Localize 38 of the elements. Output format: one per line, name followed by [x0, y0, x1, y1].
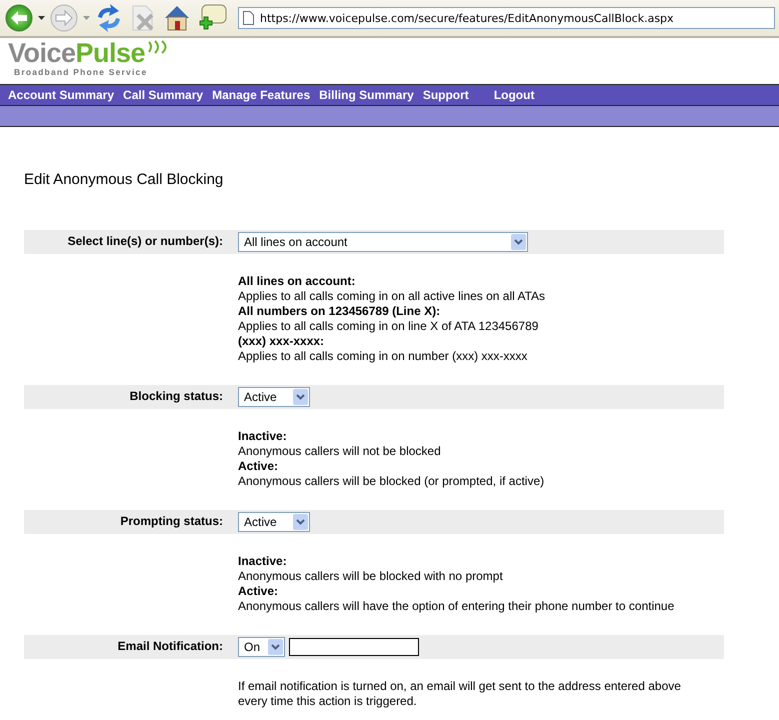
page-icon: [243, 11, 254, 25]
nav-link[interactable]: Logout: [494, 88, 534, 102]
nav-link[interactable]: Support: [422, 88, 469, 102]
help-heading: All numbers on 123456789 (Line X):: [238, 304, 442, 319]
field-label: Blocking status:: [128, 388, 224, 403]
nav-link[interactable]: Call Summary: [123, 88, 204, 102]
address-bar[interactable]: https://www.voicepulse.com/secure/features/EditAnonymousCallBlock.aspx: [238, 7, 775, 29]
field-label: Email Notification:: [116, 638, 224, 653]
help-heading: Active:: [238, 584, 280, 599]
url-text: https://www.voicepulse.com/secure/features/EditAnonymousCallBlock.aspx: [260, 12, 674, 24]
field-label: Select line(s) or number(s):: [66, 233, 224, 248]
help-heading: Inactive:: [238, 554, 288, 569]
nav-link[interactable]: Account Summary: [8, 88, 114, 102]
help-text: Applies to all calls coming in on line X of ATA 123456789: [238, 319, 540, 334]
dropdown[interactable]: On: [238, 637, 285, 657]
dropdown[interactable]: Active: [238, 387, 310, 407]
help-text: Applies to all calls coming in on all active lines on all ATAs: [238, 289, 546, 304]
dropdown[interactable]: All lines on account: [238, 232, 528, 252]
caret-icon[interactable]: [38, 16, 45, 20]
help-text: Anonymous callers will have the option of entering their phone number to continue: [238, 599, 676, 614]
help-text: Applies to all calls coming in on number (xxx) xxx-xxxx: [238, 349, 528, 364]
help-text: Anonymous callers will not be blocked: [238, 444, 442, 459]
email-field[interactable]: [289, 638, 419, 656]
logo-tagline: Broadband Phone Service: [13, 67, 148, 78]
nav-link[interactable]: Billing Summary: [319, 88, 414, 102]
field-label: Prompting status:: [119, 513, 224, 528]
help-heading: (xxx) xxx-xxxx:: [238, 334, 326, 349]
help-text: Anonymous callers will be blocked (or prompted, if active): [238, 474, 546, 489]
nav-link[interactable]: Manage Features: [212, 88, 310, 102]
dropdown[interactable]: Active: [238, 512, 310, 532]
help-heading: Active:: [238, 459, 280, 474]
back-icon[interactable]: [4, 3, 34, 33]
help-heading: Inactive:: [238, 429, 288, 444]
help-heading: All lines on account:: [238, 274, 356, 289]
help-text: If email notification is turned on, an email will get sent to the address entered above every time this action is triggered.: [238, 679, 682, 709]
page-title: Edit Anonymous Call Blocking: [24, 171, 224, 188]
help-text: Anonymous callers will be blocked with no prompt: [238, 569, 504, 584]
logo-wordmark: VoicePulse: [8, 40, 146, 67]
